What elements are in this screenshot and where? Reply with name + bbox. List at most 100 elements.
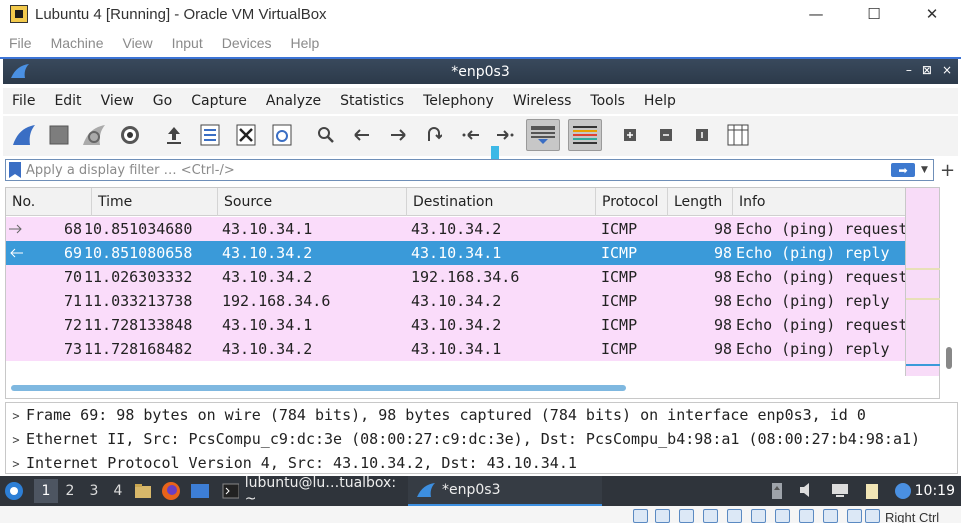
zoom-out-icon[interactable] <box>653 122 679 148</box>
host-menu-input[interactable]: Input <box>172 35 203 51</box>
ws-close-button[interactable]: × <box>942 63 952 77</box>
menu-tools[interactable]: Tools <box>590 93 625 109</box>
colorize-packets-icon[interactable] <box>568 119 602 151</box>
ws-minimize-button[interactable]: – <box>906 63 912 77</box>
detail-row-ethernet[interactable]: > Ethernet II, Src: PcsCompu_c9:dc:3e (08… <box>6 427 920 451</box>
packet-destination: 43.10.34.1 <box>411 244 502 262</box>
shared-folders-status-icon[interactable] <box>751 509 766 523</box>
keyboard-capture-status-icon[interactable] <box>865 509 880 523</box>
start-menu-icon[interactable] <box>0 481 28 501</box>
clock: 10:19 <box>914 483 955 499</box>
expand-chevron-icon[interactable]: > <box>6 404 26 428</box>
apply-filter-arrow-icon[interactable]: ➡ <box>891 163 915 177</box>
find-packet-icon[interactable] <box>313 122 339 148</box>
restart-capture-icon[interactable] <box>81 122 107 148</box>
workspace-3[interactable]: 3 <box>82 483 106 499</box>
taskbar-wireshark-window[interactable]: *enp0s3 <box>408 476 602 506</box>
go-last-packet-icon[interactable] <box>493 122 519 148</box>
network-icon[interactable] <box>830 482 850 498</box>
go-forward-icon[interactable] <box>385 122 411 148</box>
network-status-icon[interactable] <box>703 509 718 523</box>
autoscroll-icon[interactable] <box>526 119 560 151</box>
packet-row-selected[interactable]: 69 10.851080658 43.10.34.2 43.10.34.1 IC… <box>6 241 905 265</box>
volume-icon[interactable] <box>798 482 816 498</box>
column-info[interactable]: Info <box>733 188 905 216</box>
firefox-icon[interactable] <box>156 481 186 501</box>
column-time[interactable]: Time <box>92 188 218 216</box>
hard-disk-status-icon[interactable] <box>633 509 648 523</box>
workspace-2[interactable]: 2 <box>58 483 82 499</box>
packet-no: 71 <box>63 292 82 310</box>
normal-size-icon[interactable] <box>689 122 715 148</box>
save-file-icon[interactable] <box>197 122 223 148</box>
detail-row-frame[interactable]: > Frame 69: 98 bytes on wire (784 bits), … <box>6 403 866 427</box>
reload-file-icon[interactable] <box>269 122 295 148</box>
host-menu-view[interactable]: View <box>122 35 152 51</box>
go-back-icon[interactable] <box>349 122 375 148</box>
filter-dropdown-chevron-icon[interactable]: ▼ <box>921 165 933 175</box>
menu-go[interactable]: Go <box>153 93 172 109</box>
ws-maximize-button[interactable]: ⊠ <box>922 63 932 77</box>
go-first-packet-icon[interactable] <box>457 122 483 148</box>
close-file-icon[interactable] <box>233 122 259 148</box>
packet-row[interactable]: 73 11.728168482 43.10.34.2 43.10.34.1 IC… <box>6 337 905 361</box>
menu-view[interactable]: View <box>101 93 134 109</box>
capture-options-gear-icon[interactable] <box>117 122 143 148</box>
add-filter-button-plus-icon[interactable]: + <box>940 160 955 181</box>
packet-row[interactable]: 70 11.026303332 43.10.34.2 192.168.34.6 … <box>6 265 908 289</box>
menu-wireless[interactable]: Wireless <box>513 93 572 109</box>
packet-row[interactable]: 71 11.033213738 192.168.34.6 43.10.34.2 … <box>6 289 905 313</box>
open-file-icon[interactable] <box>161 122 187 148</box>
close-button[interactable]: ✕ <box>903 0 961 28</box>
display-status-icon[interactable] <box>775 509 790 523</box>
column-protocol[interactable]: Protocol <box>596 188 668 216</box>
workspace-4[interactable]: 4 <box>106 483 130 499</box>
stop-capture-icon[interactable] <box>46 122 72 148</box>
show-desktop-icon[interactable] <box>186 483 214 499</box>
menu-capture[interactable]: Capture <box>191 93 247 109</box>
tray-drive-icon[interactable] <box>770 482 784 500</box>
cpu-status-icon[interactable] <box>823 509 838 523</box>
clipboard-icon[interactable] <box>864 482 880 500</box>
mouse-integration-status-icon[interactable] <box>847 509 862 523</box>
column-no[interactable]: No. <box>6 188 92 216</box>
menu-help[interactable]: Help <box>644 93 676 109</box>
maximize-button[interactable]: ☐ <box>845 0 903 28</box>
packet-list-vertical-scrollbar[interactable] <box>946 347 952 369</box>
column-destination[interactable]: Destination <box>407 188 596 216</box>
update-notifier-icon[interactable] <box>894 482 912 500</box>
menu-telephony[interactable]: Telephony <box>423 93 494 109</box>
packet-list[interactable]: No. Time Source Destination Protocol Len… <box>5 187 940 399</box>
resize-columns-icon[interactable] <box>725 122 751 148</box>
packet-minimap[interactable] <box>905 188 940 376</box>
host-menu-help[interactable]: Help <box>291 35 320 51</box>
usb-status-icon[interactable] <box>727 509 742 523</box>
expand-chevron-icon[interactable]: > <box>6 428 26 452</box>
recording-status-icon[interactable] <box>799 509 814 523</box>
file-manager-icon[interactable] <box>130 483 156 499</box>
taskbar-terminal-window[interactable]: lubuntu@lu…tualbox: ~ <box>214 475 408 507</box>
zoom-in-icon[interactable] <box>617 122 643 148</box>
packet-row[interactable]: 68 10.851034680 43.10.34.1 43.10.34.2 IC… <box>6 217 908 241</box>
minimize-button[interactable]: — <box>787 0 845 28</box>
menu-statistics[interactable]: Statistics <box>340 93 404 109</box>
menu-analyze[interactable]: Analyze <box>266 93 321 109</box>
audio-status-icon[interactable] <box>679 509 694 523</box>
go-to-packet-icon[interactable] <box>421 122 447 148</box>
host-menu-devices[interactable]: Devices <box>222 35 272 51</box>
menu-file[interactable]: File <box>12 93 35 109</box>
workspace-1[interactable]: 1 <box>34 479 58 503</box>
packet-list-horizontal-scrollbar[interactable] <box>11 385 626 391</box>
start-capture-icon[interactable] <box>11 122 37 148</box>
display-filter-input[interactable]: Apply a display filter … <Ctrl-/> <box>26 163 891 178</box>
host-menu-file[interactable]: File <box>9 35 32 51</box>
optical-drive-status-icon[interactable] <box>655 509 670 523</box>
menu-edit[interactable]: Edit <box>54 93 81 109</box>
column-length[interactable]: Length <box>668 188 733 216</box>
expand-chevron-icon[interactable]: > <box>6 452 26 476</box>
detail-row-ip[interactable]: > Internet Protocol Version 4, Src: 43.10… <box>6 451 577 475</box>
packet-row[interactable]: 72 11.728133848 43.10.34.1 43.10.34.2 IC… <box>6 313 908 337</box>
host-menu-machine[interactable]: Machine <box>51 35 104 51</box>
bookmark-icon[interactable] <box>9 162 21 178</box>
column-source[interactable]: Source <box>218 188 407 216</box>
